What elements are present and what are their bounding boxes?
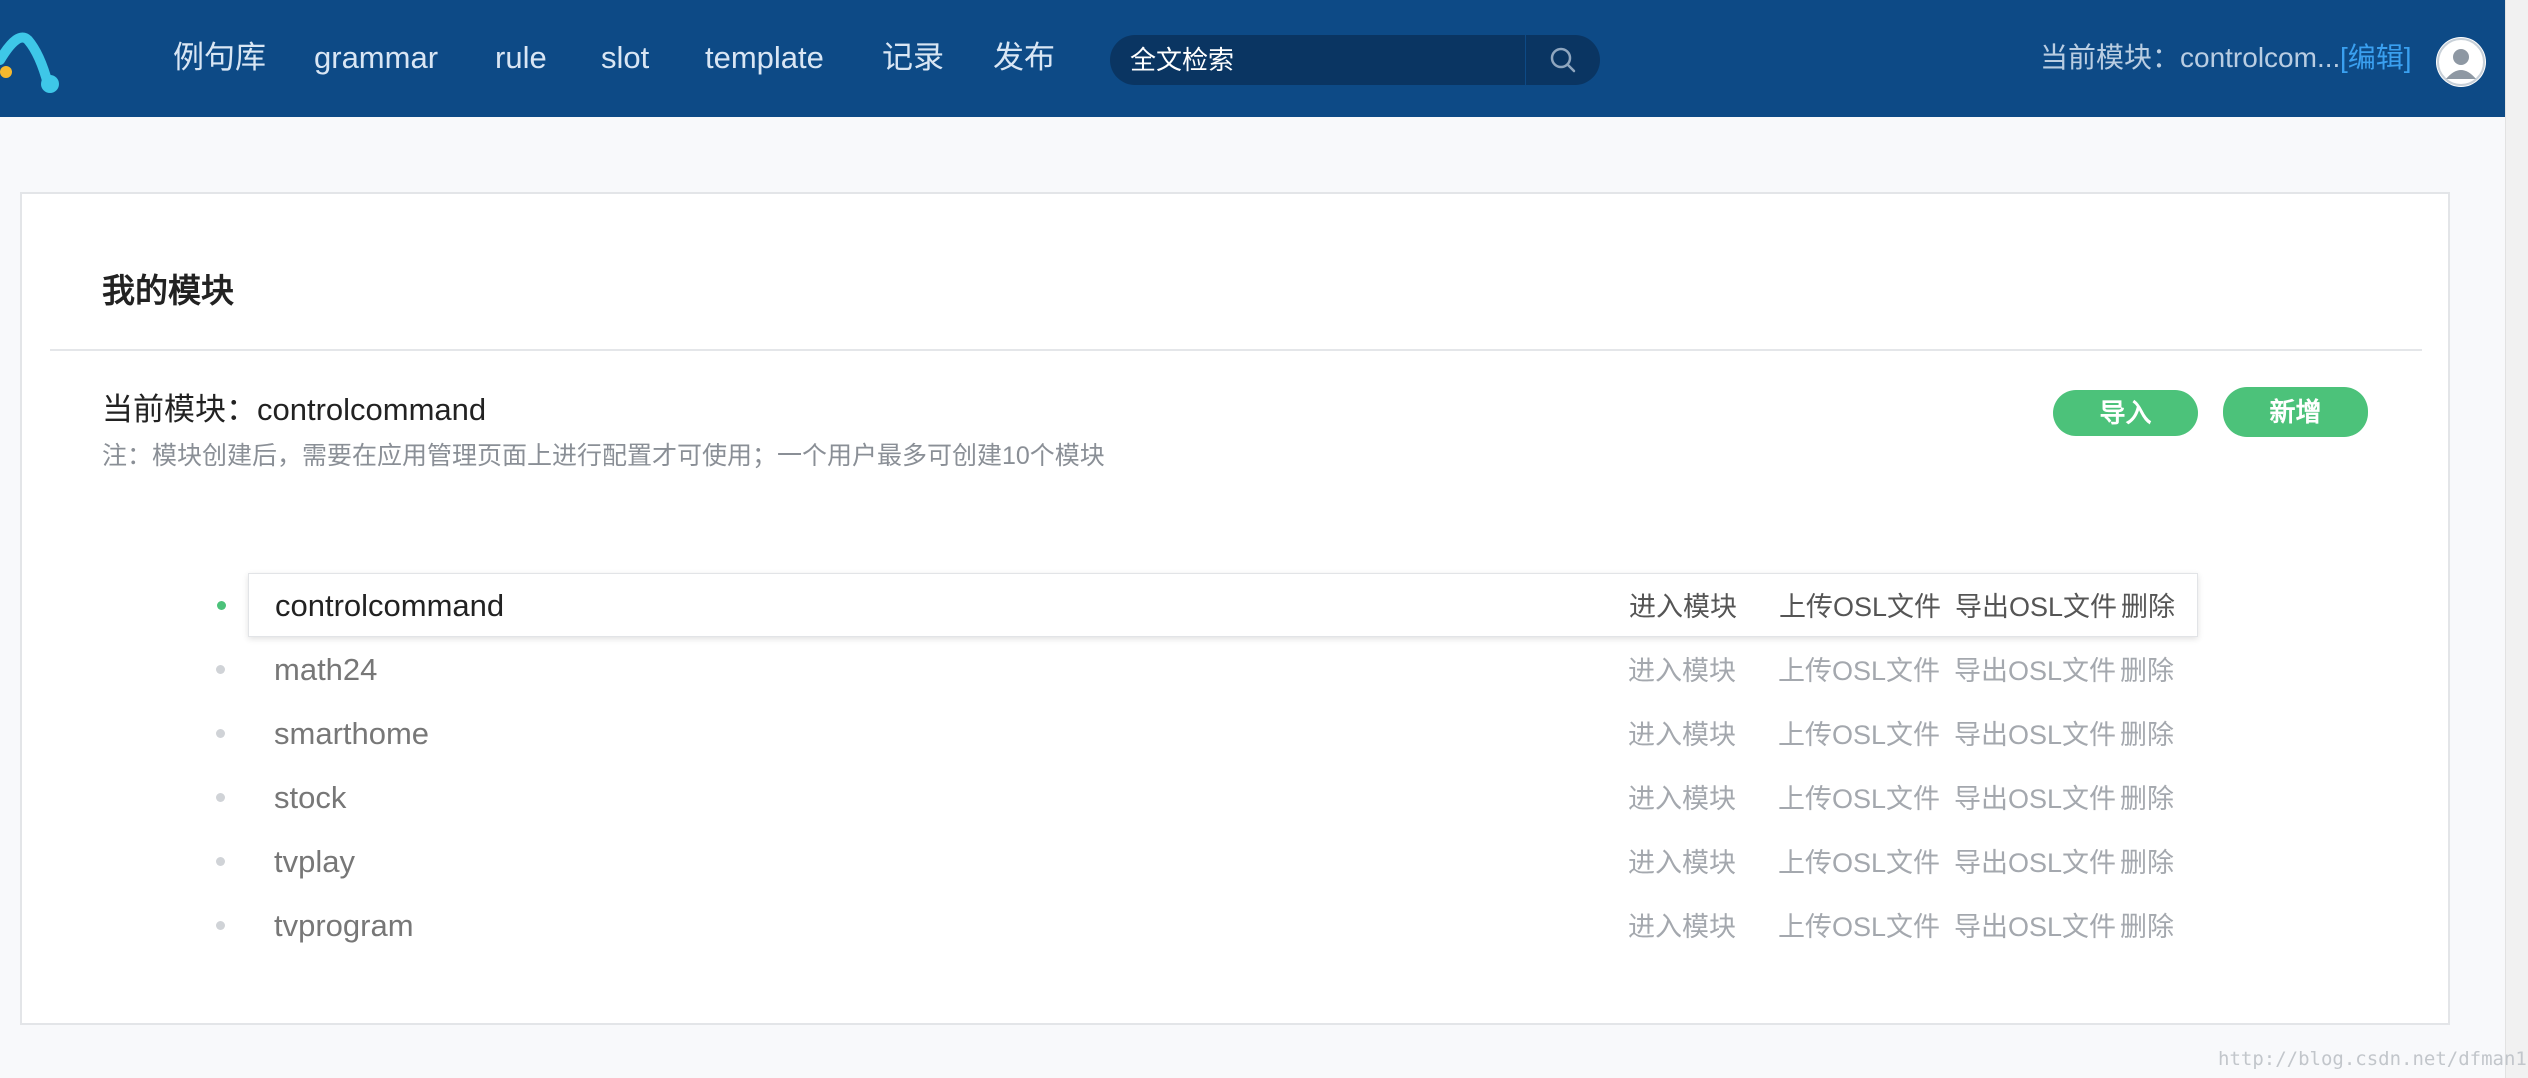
delete-module-link[interactable]: 删除: [2121, 587, 2175, 627]
delete-module-link[interactable]: 删除: [2120, 779, 2174, 819]
module-row-tvplay: tvplay 进入模块 上传OSL文件 导出OSL文件 删除: [216, 830, 2198, 894]
row-bullet: [216, 729, 225, 738]
enter-module-link[interactable]: 进入模块: [1629, 587, 1737, 627]
nav-item-records[interactable]: 记录: [882, 36, 944, 80]
module-name[interactable]: stock: [274, 776, 346, 820]
enter-module-link[interactable]: 进入模块: [1628, 843, 1736, 883]
module-name[interactable]: controlcommand: [275, 584, 504, 628]
module-row-smarthome: smarthome 进入模块 上传OSL文件 导出OSL文件 删除: [216, 702, 2198, 766]
module-row-tvprogram: tvprogram 进入模块 上传OSL文件 导出OSL文件 删除: [216, 894, 2198, 958]
upload-osl-link[interactable]: 上传OSL文件: [1778, 843, 1940, 883]
module-note: 注：模块创建后，需要在应用管理页面上进行配置才可使用；一个用户最多可创建10个模…: [102, 442, 1105, 470]
module-row-stock: stock 进入模块 上传OSL文件 导出OSL文件 删除: [216, 766, 2198, 830]
module-name[interactable]: smarthome: [274, 712, 429, 756]
search-box: [1110, 35, 1600, 85]
row-bullet: [216, 793, 225, 802]
export-osl-link[interactable]: 导出OSL文件: [1954, 779, 2116, 819]
enter-module-link[interactable]: 进入模块: [1628, 715, 1736, 755]
page-scrollbar[interactable]: [2505, 0, 2528, 1078]
module-name[interactable]: tvplay: [274, 840, 355, 884]
export-osl-link[interactable]: 导出OSL文件: [1954, 715, 2116, 755]
search-button[interactable]: [1525, 35, 1600, 85]
delete-module-link[interactable]: 删除: [2120, 715, 2174, 755]
export-osl-link[interactable]: 导出OSL文件: [1954, 843, 2116, 883]
user-avatar-icon: [2437, 38, 2485, 86]
enter-module-link[interactable]: 进入模块: [1628, 907, 1736, 947]
enter-module-link[interactable]: 进入模块: [1628, 651, 1736, 691]
add-module-button[interactable]: 新增: [2223, 387, 2368, 437]
nav-item-examples[interactable]: 例句库: [173, 36, 266, 80]
row-bullet: [217, 601, 226, 610]
panel-title: 我的模块: [102, 272, 234, 309]
module-row-math24: math24 进入模块 上传OSL文件 导出OSL文件 删除: [216, 638, 2198, 702]
watermark: http://blog.csdn.net/dfman1978: [2218, 1048, 2528, 1070]
upload-osl-link[interactable]: 上传OSL文件: [1778, 715, 1940, 755]
module-row-controlcommand: controlcommand 进入模块 上传OSL文件 导出OSL文件 删除: [217, 573, 2198, 637]
module-name[interactable]: math24: [274, 648, 377, 692]
search-input[interactable]: [1110, 35, 1525, 85]
delete-module-link[interactable]: 删除: [2120, 907, 2174, 947]
delete-module-link[interactable]: 删除: [2120, 651, 2174, 691]
export-osl-link[interactable]: 导出OSL文件: [1954, 907, 2116, 947]
row-bullet: [216, 857, 225, 866]
row-bullet: [216, 921, 225, 930]
nav-item-publish[interactable]: 发布: [993, 36, 1055, 80]
user-avatar[interactable]: [2436, 37, 2486, 87]
upload-osl-link[interactable]: 上传OSL文件: [1778, 651, 1940, 691]
enter-module-link[interactable]: 进入模块: [1628, 779, 1736, 819]
app-logo-icon[interactable]: [0, 22, 70, 97]
current-module-line: 当前模块：controlcommand: [102, 392, 487, 427]
upload-osl-link[interactable]: 上传OSL文件: [1778, 779, 1940, 819]
export-osl-link[interactable]: 导出OSL文件: [1954, 651, 2116, 691]
nav-item-slot[interactable]: slot: [601, 36, 649, 80]
export-osl-link[interactable]: 导出OSL文件: [1955, 587, 2117, 627]
search-icon: [1550, 47, 1576, 73]
edit-module-link[interactable]: [编辑]: [2340, 38, 2412, 78]
panel-divider: [50, 349, 2422, 351]
row-bullet: [216, 665, 225, 674]
nav-item-template[interactable]: template: [705, 36, 824, 80]
top-navbar: 例句库 grammar rule slot template 记录 发布 当前模…: [0, 0, 2505, 117]
upload-osl-link[interactable]: 上传OSL文件: [1778, 907, 1940, 947]
import-button[interactable]: 导入: [2053, 390, 2198, 436]
upload-osl-link[interactable]: 上传OSL文件: [1779, 587, 1941, 627]
nav-item-grammar[interactable]: grammar: [314, 36, 438, 80]
delete-module-link[interactable]: 删除: [2120, 843, 2174, 883]
current-module-label: 当前模块：controlcom...: [2040, 42, 2341, 73]
module-name[interactable]: tvprogram: [274, 904, 414, 948]
nav-item-rule[interactable]: rule: [495, 36, 547, 80]
